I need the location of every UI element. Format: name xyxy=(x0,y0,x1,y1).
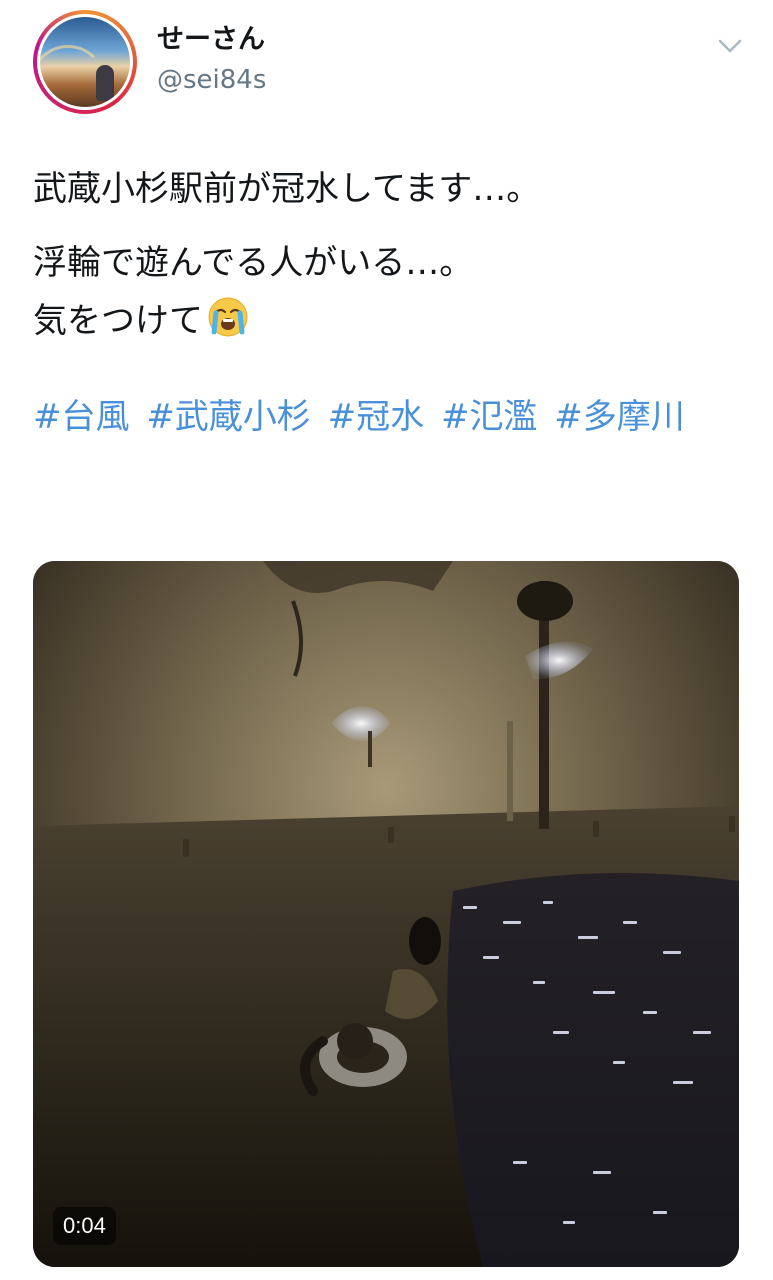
avatar-frame xyxy=(37,14,133,110)
loudly-crying-face-emoji xyxy=(207,296,249,338)
hashtag-list: #台風 #武蔵小杉 #冠水 #氾濫 #多摩川 xyxy=(33,388,743,446)
avatar-image xyxy=(40,17,130,107)
user-handle[interactable]: @sei84s xyxy=(157,62,266,98)
video-player[interactable]: 0:04 xyxy=(33,561,739,1267)
hashtag-tamagawa[interactable]: #多摩川 xyxy=(554,397,685,437)
tweet-line-2: 浮輪で遊んでる人がいる…。 xyxy=(33,243,474,283)
tweet-text: 武蔵小杉駅前が冠水してます…。 浮輪で遊んでる人がいる…。 気をつけて xyxy=(33,160,733,350)
hashtag-flooding[interactable]: #冠水 xyxy=(328,397,425,437)
hashtag-overflow[interactable]: #氾濫 xyxy=(441,397,538,437)
tweet-line-3-text: 気をつけて xyxy=(33,301,203,341)
video-frame xyxy=(33,561,739,1267)
hashtag-typhoon[interactable]: #台風 xyxy=(33,397,130,437)
chevron-down-icon[interactable] xyxy=(716,36,744,56)
video-duration: 0:04 xyxy=(53,1207,116,1245)
avatar[interactable] xyxy=(33,10,137,114)
tweet-header: せーさん @sei84s xyxy=(0,0,773,130)
tweet-line-3: 気をつけて xyxy=(33,292,733,350)
tweet-line-1: 武蔵小杉駅前が冠水してます…。 xyxy=(33,169,541,209)
display-name[interactable]: せーさん xyxy=(157,22,265,58)
hashtag-musashikosugi[interactable]: #武蔵小杉 xyxy=(146,397,311,437)
avatar-person xyxy=(96,65,114,101)
